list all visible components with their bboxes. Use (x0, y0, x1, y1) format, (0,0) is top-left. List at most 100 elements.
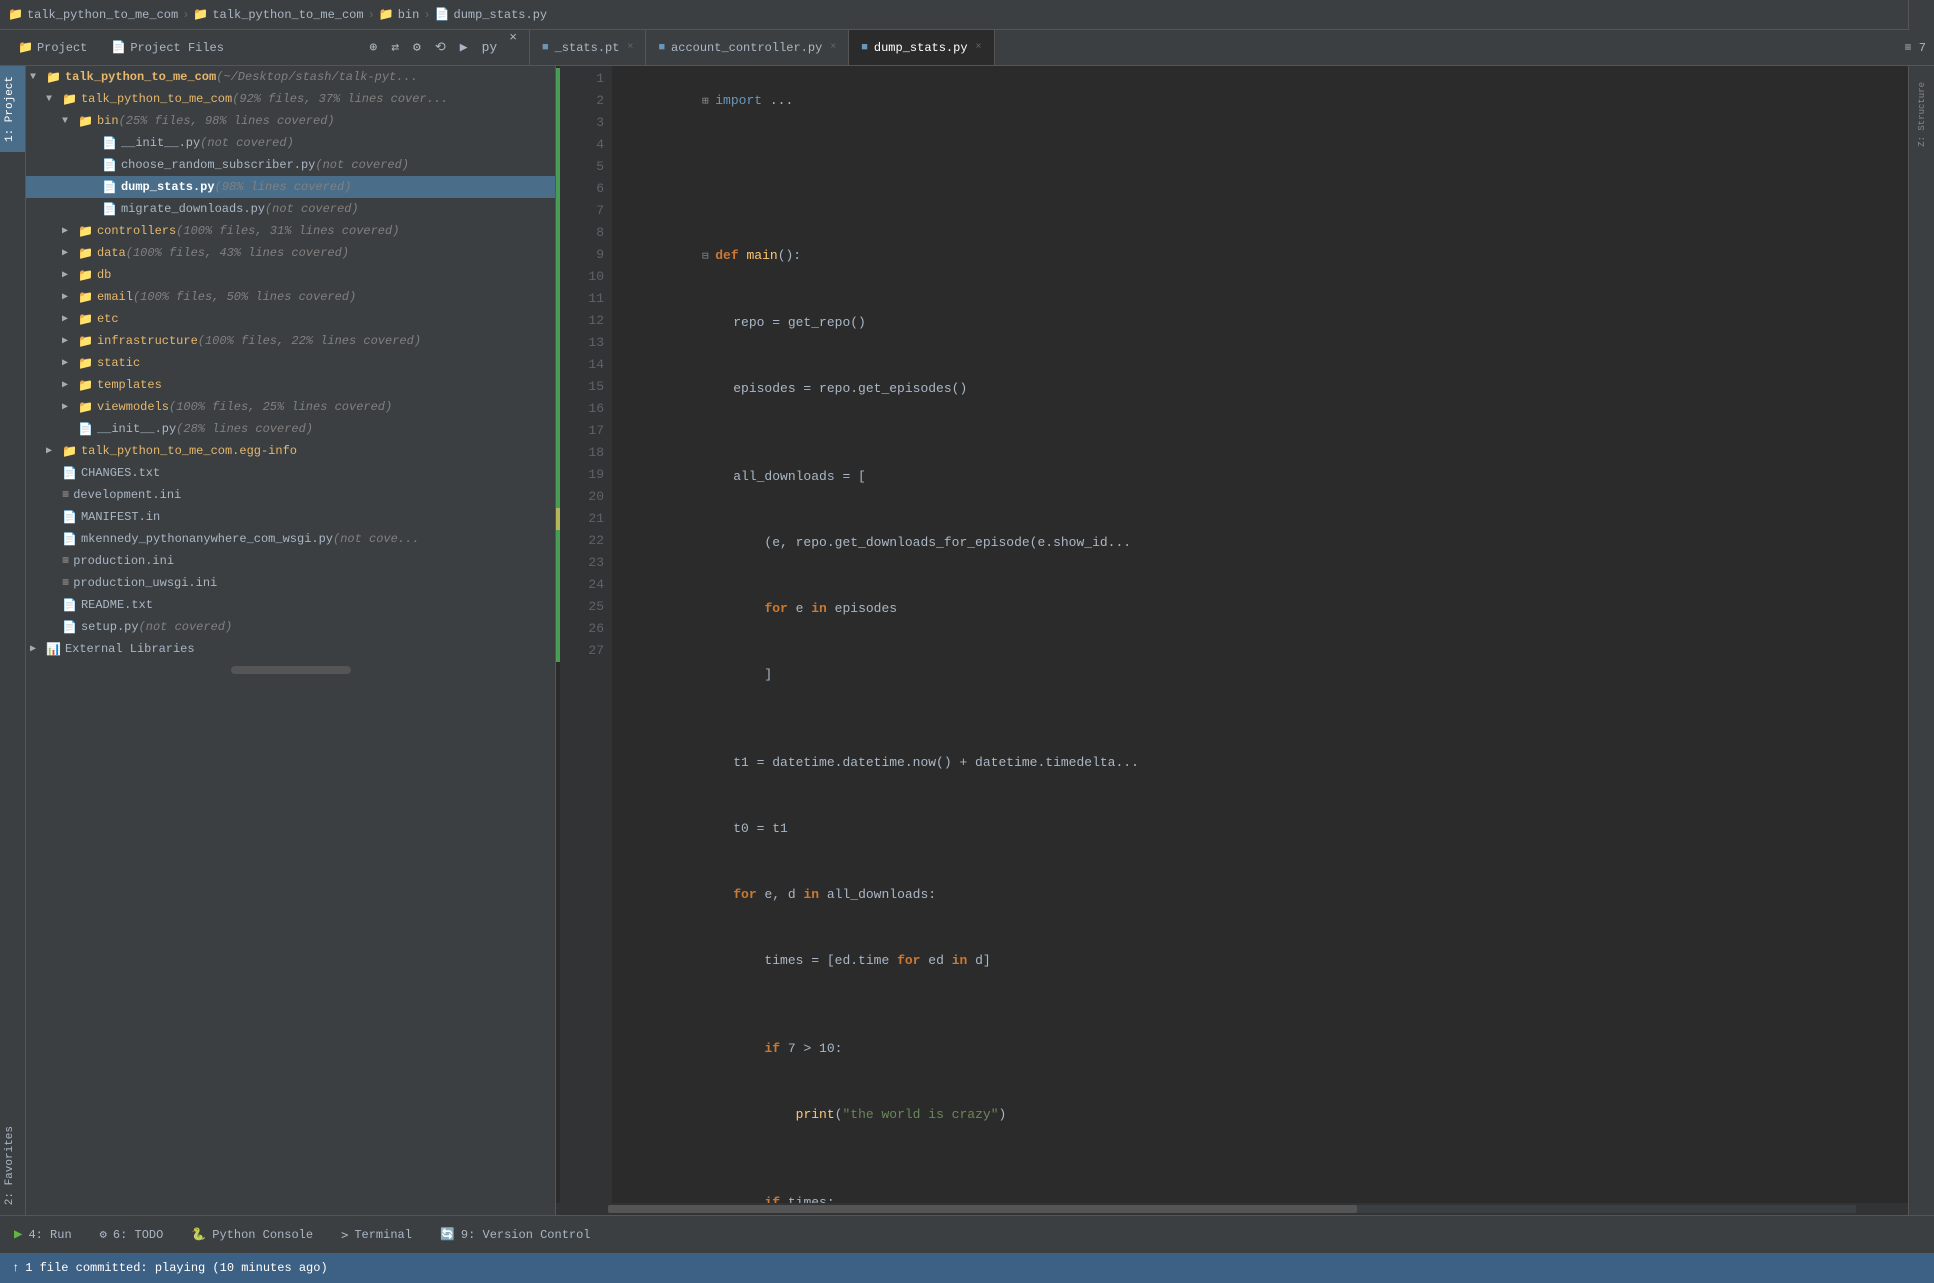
tree-item-templates[interactable]: ▶ 📁 templates (26, 374, 555, 396)
breadcrumb-sep-1: › (182, 8, 189, 22)
ctrl-btn-settings[interactable]: ⚙ (409, 38, 425, 57)
close-tab-left[interactable]: × (505, 30, 521, 65)
breadcrumb-icon: 📁 (8, 7, 23, 22)
breadcrumb-part-2[interactable]: talk_python_to_me_com (212, 8, 363, 22)
btn-run-label: 4: Run (28, 1228, 71, 1242)
tree-suffix-wsgi: (not cove... (333, 532, 419, 546)
py-icon-migrate: 📄 (102, 202, 117, 217)
btn-todo[interactable]: ⚙ 6: TODO (86, 1216, 178, 1253)
code-line-18: times = [ed.time for ed in d] (624, 928, 1908, 994)
tab-project-files[interactable]: 📄 Project Files (101, 30, 234, 65)
breadcrumb-sep-3: › (423, 8, 430, 22)
tab-dump-stats-close[interactable]: × (976, 42, 982, 53)
tabs-more-button[interactable]: ≡ 7 (1896, 30, 1934, 65)
tree-suffix-migrate: (not covered) (265, 202, 359, 216)
btn-terminal-label: Terminal (354, 1228, 412, 1242)
tab-stats-pt-label: _stats.pt (555, 41, 620, 55)
ctrl-btn-refresh[interactable]: ⟲ (431, 38, 450, 57)
main-layout: 1: Project 2: Favorites ▼ 📁 talk_python_… (0, 66, 1934, 1215)
btn-python-console-label: Python Console (212, 1228, 313, 1242)
tabs-bar: 📁 Project 📄 Project Files ⊕ ⇄ ⚙ ⟲ ▶ py ×… (0, 30, 1934, 66)
tree-item-main-pkg[interactable]: ▼ 📁 talk_python_to_me_com (92% files, 37… (26, 88, 555, 110)
arrow-email: ▶ (62, 291, 78, 303)
arrow-db: ▶ (62, 269, 78, 281)
code-area[interactable]: 1 2 3 4 5 6 7 8 9 10 11 12 13 14 15 16 1… (556, 66, 1908, 1203)
sidebar-label-project[interactable]: 1: Project (0, 66, 25, 152)
code-line-22 (624, 1148, 1908, 1170)
bottom-toolbar: ▶ 4: Run ⚙ 6: TODO 🐍 Python Console > Te… (0, 1215, 1934, 1253)
tree-item-etc[interactable]: ▶ 📁 etc (26, 308, 555, 330)
tree-item-init-bin[interactable]: ▶ 📄 __init__.py (not covered) (26, 132, 555, 154)
breadcrumb-part-1[interactable]: talk_python_to_me_com (27, 8, 178, 22)
arrow-infrastructure: ▶ (62, 335, 78, 347)
btn-run[interactable]: ▶ 4: Run (0, 1216, 86, 1253)
py-icon-wsgi: 📄 (62, 532, 77, 547)
tree-item-egg-info[interactable]: ▶ 📁 talk_python_to_me_com.egg-info (26, 440, 555, 462)
sidebar-label-structure[interactable]: Z: Structure (1915, 74, 1929, 155)
tree-item-migrate[interactable]: ▶ 📄 migrate_downloads.py (not covered) (26, 198, 555, 220)
tree-item-setup[interactable]: ▶ 📄 setup.py (not covered) (26, 616, 555, 638)
tree-item-choose-random[interactable]: ▶ 📄 choose_random_subscriber.py (not cov… (26, 154, 555, 176)
py-icon-setup: 📄 (62, 620, 77, 635)
tree-item-dev-ini[interactable]: ▶ ≡ development.ini (26, 484, 555, 506)
file-icon-readme: 📄 (62, 598, 77, 613)
sidebar-label-favorites[interactable]: 2: Favorites (0, 1116, 25, 1215)
tab-account-controller[interactable]: ■ account_controller.py × (646, 30, 849, 65)
breadcrumb-part-3[interactable]: bin (398, 8, 420, 22)
tab-dump-stats[interactable]: ■ dump_stats.py × (849, 30, 994, 65)
tree-item-db[interactable]: ▶ 📁 db (26, 264, 555, 286)
tree-item-viewmodels[interactable]: ▶ 📁 viewmodels (100% files, 25% lines co… (26, 396, 555, 418)
code-editor[interactable]: 1 2 3 4 5 6 7 8 9 10 11 12 13 14 15 16 1… (556, 66, 1908, 1215)
todo-icon: ⚙ (100, 1227, 107, 1242)
tree-label-init-pkg: __init__.py (97, 422, 176, 436)
tree-item-infrastructure[interactable]: ▶ 📁 infrastructure (100% files, 22% line… (26, 330, 555, 352)
tree-item-wsgi[interactable]: ▶ 📄 mkennedy_pythonanywhere_com_wsgi.py … (26, 528, 555, 550)
breadcrumb-part-4[interactable]: dump_stats.py (454, 8, 548, 22)
tree-label-static: static (97, 356, 140, 370)
ctrl-btn-collapse[interactable]: ⇄ (387, 38, 403, 57)
tab-account-controller-icon: ■ (658, 42, 665, 54)
tree-item-dump-stats[interactable]: ▶ 📄 dump_stats.py (98% lines covered) (26, 176, 555, 198)
tree-item-prod-ini[interactable]: ▶ ≡ production.ini (26, 550, 555, 572)
tree-item-bin[interactable]: ▼ 📁 bin (25% files, 98% lines covered) (26, 110, 555, 132)
tree-item-init-pkg[interactable]: ▶ 📄 __init__.py (28% lines covered) (26, 418, 555, 440)
btn-version-control[interactable]: 🔄 9: Version Control (426, 1216, 605, 1253)
tree-item-data[interactable]: ▶ 📁 data (100% files, 43% lines covered) (26, 242, 555, 264)
ctrl-btn-expand[interactable]: ▶ (456, 38, 472, 57)
tree-label-infrastructure: infrastructure (97, 334, 198, 348)
project-panel: ▼ 📁 talk_python_to_me_com (~/Desktop/sta… (26, 66, 556, 1215)
tree-item-uwsgi-ini[interactable]: ▶ ≡ production_uwsgi.ini (26, 572, 555, 594)
folder-icon-etc: 📁 (78, 312, 93, 327)
tree-item-root[interactable]: ▼ 📁 talk_python_to_me_com (~/Desktop/sta… (26, 66, 555, 88)
arrow-main-pkg: ▼ (46, 94, 62, 105)
tree-label-dev-ini: development.ini (73, 488, 181, 502)
btn-python-console[interactable]: 🐍 Python Console (177, 1216, 327, 1253)
tree-suffix-dump-stats: (98% lines covered) (215, 180, 352, 194)
tree-suffix-setup: (not covered) (139, 620, 233, 634)
tree-item-email[interactable]: ▶ 📁 email (100% files, 50% lines covered… (26, 286, 555, 308)
tree-item-static[interactable]: ▶ 📁 static (26, 352, 555, 374)
tree-item-changes[interactable]: ▶ 📄 CHANGES.txt (26, 462, 555, 484)
tree-item-controllers[interactable]: ▶ 📁 controllers (100% files, 31% lines c… (26, 220, 555, 242)
tab-stats-pt-close[interactable]: × (627, 42, 633, 53)
folder-icon-data: 📁 (78, 246, 93, 261)
breadcrumb-bar: 📁 talk_python_to_me_com › 📁 talk_python_… (0, 0, 1934, 30)
tab-stats-pt[interactable]: ■ _stats.pt × (530, 30, 646, 65)
code-content[interactable]: ⊞ import ... ⊟ def main(): repo = get_re… (612, 66, 1908, 1203)
horizontal-scrollbar[interactable] (556, 1203, 1908, 1215)
ctrl-btn-py[interactable]: py (478, 38, 502, 57)
tree-label-dump-stats: dump_stats.py (121, 180, 215, 194)
tree-item-external-libs[interactable]: ▶ 📊 External Libraries (26, 638, 555, 660)
btn-terminal[interactable]: > Terminal (327, 1216, 426, 1253)
ctrl-btn-sync[interactable]: ⊕ (365, 38, 381, 57)
tree-label-viewmodels: viewmodels (97, 400, 169, 414)
tree-item-manifest[interactable]: ▶ 📄 MANIFEST.in (26, 506, 555, 528)
tab-project[interactable]: 📁 Project (8, 30, 97, 65)
code-line-21: print("the world is crazy") (624, 1082, 1908, 1148)
tree-suffix-bin: (25% files, 98% lines covered) (119, 114, 335, 128)
tree-item-readme[interactable]: ▶ 📄 README.txt (26, 594, 555, 616)
tab-account-controller-close[interactable]: × (830, 42, 836, 53)
folder-icon-main-pkg: 📁 (62, 92, 77, 107)
breadcrumb-icon-4: 📄 (435, 7, 450, 22)
tab-project-files-label: Project Files (130, 41, 224, 55)
